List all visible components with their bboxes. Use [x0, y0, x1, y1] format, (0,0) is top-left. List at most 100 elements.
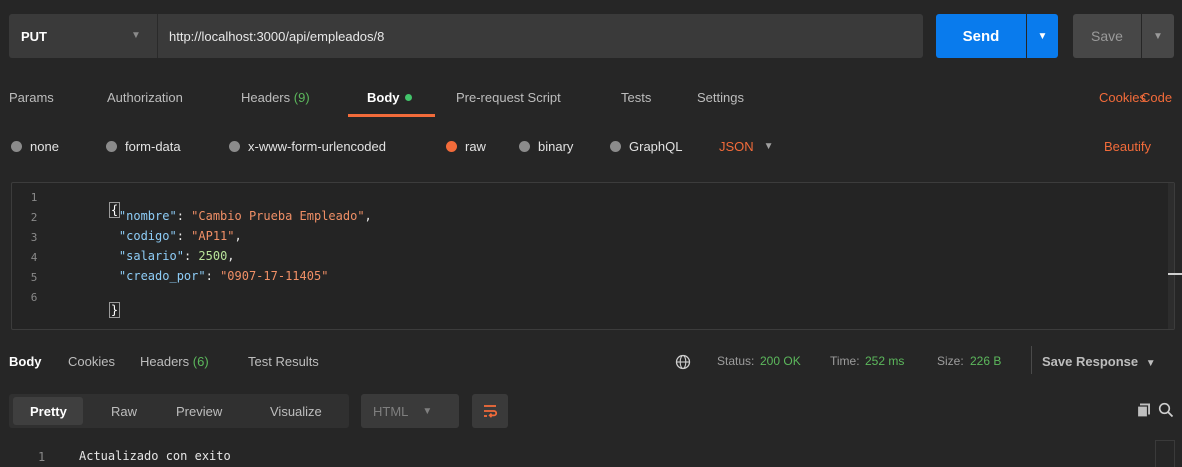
view-tab-pretty[interactable]: Pretty [30, 404, 67, 419]
save-options-button[interactable]: ▼ [1142, 14, 1174, 58]
radio-urlencoded[interactable]: x-www-form-urlencoded [229, 137, 386, 155]
json-value: "Cambio Prueba Empleado" [191, 209, 365, 223]
send-button[interactable]: Send [936, 14, 1026, 58]
status-value: 200 OK [760, 354, 801, 368]
json-value: "0907-17-11405" [220, 269, 329, 283]
view-tab-visualize[interactable]: Visualize [270, 404, 322, 419]
tab-tests[interactable]: Tests [621, 90, 651, 105]
response-scrollbar[interactable] [1155, 440, 1175, 467]
headers-count: (9) [293, 90, 310, 105]
code-line-field: "codigo": "AP11", [118, 229, 242, 243]
chevron-down-icon: ▼ [1037, 30, 1048, 42]
response-headers-label: Headers [140, 354, 190, 369]
response-format-label: HTML [373, 403, 409, 419]
radio-none-label: none [30, 138, 59, 154]
size-label: Size: [937, 354, 964, 368]
save-button[interactable]: Save [1073, 14, 1141, 58]
save-response-button[interactable]: Save Response ▼ [1042, 354, 1156, 369]
radio-binary[interactable]: binary [519, 137, 573, 155]
radio-icon [229, 140, 240, 152]
tab-body[interactable]: Body [367, 90, 412, 105]
send-options-button[interactable]: ▼ [1027, 14, 1058, 58]
view-tab-raw[interactable]: Raw [111, 404, 137, 419]
time-value: 252 ms [865, 354, 905, 368]
format-select[interactable]: JSON ▼ [719, 137, 774, 155]
divider [1031, 346, 1032, 374]
request-url-bar: PUT ▼ [9, 14, 923, 58]
response-line-number: 1 [38, 450, 46, 464]
response-tab-body[interactable]: Body [9, 354, 42, 369]
response-tab-test-results[interactable]: Test Results [248, 354, 319, 369]
radio-icon [106, 140, 117, 152]
chevron-down-icon: ▼ [1145, 358, 1156, 369]
response-body-text: Actualizado con exito [79, 449, 231, 463]
line-number: 5 [30, 271, 38, 284]
status-label: Status: [717, 354, 755, 368]
response-headers-count: (6) [192, 354, 209, 369]
editor-scroll-marker [1168, 273, 1182, 275]
radio-none[interactable]: none [11, 137, 59, 155]
response-tab-cookies[interactable]: Cookies [68, 354, 115, 369]
radio-icon [11, 140, 22, 152]
size-value: 226 B [970, 354, 1002, 368]
chevron-down-icon: ▼ [131, 30, 141, 41]
radio-raw-label: raw [465, 138, 486, 154]
editor-scrollbar[interactable] [1168, 183, 1174, 329]
wrap-lines-icon [484, 405, 498, 418]
line-number: 4 [30, 251, 38, 264]
save-response-label: Save Response [1042, 354, 1139, 369]
json-value: 2500 [198, 249, 228, 263]
radio-graphql-label: GraphQL [629, 138, 683, 154]
response-tab-headers[interactable]: Headers (6) [140, 354, 209, 369]
json-key: "nombre" [118, 209, 177, 223]
tab-headers[interactable]: Headers (9) [241, 90, 310, 105]
radio-graphql[interactable]: GraphQL [610, 137, 682, 155]
radio-raw[interactable]: raw [446, 137, 486, 155]
line-number: 6 [30, 291, 38, 304]
tab-body-label: Body [367, 90, 400, 105]
close-brace: } [108, 302, 121, 318]
cookies-link[interactable]: Cookies [1099, 90, 1146, 105]
json-value: "AP11" [191, 229, 235, 243]
radio-selected-icon [446, 140, 457, 152]
method-label: PUT [21, 28, 47, 44]
radio-icon [519, 140, 530, 152]
code-line-close: } [80, 289, 121, 331]
method-select[interactable]: PUT ▼ [9, 14, 158, 58]
tab-params[interactable]: Params [9, 90, 54, 105]
tab-prerequest-script[interactable]: Pre-request Script [456, 90, 561, 105]
search-icon[interactable] [1158, 402, 1174, 418]
chevron-down-icon: ▼ [422, 405, 433, 417]
code-link[interactable]: Code [1141, 90, 1172, 105]
url-input[interactable] [169, 14, 909, 58]
request-body-editor[interactable]: 1 2 3 4 5 6 { "nombre": "Cambio Prueba E… [11, 182, 1182, 331]
beautify-link[interactable]: Beautify [1104, 139, 1151, 154]
tab-headers-label: Headers [241, 90, 291, 105]
active-tab-underline [348, 114, 435, 117]
line-number: 1 [30, 191, 38, 204]
copy-icon[interactable] [1136, 402, 1152, 418]
view-tab-preview[interactable]: Preview [176, 404, 222, 419]
format-select-label: JSON [719, 138, 754, 154]
tab-settings[interactable]: Settings [697, 90, 744, 105]
globe-icon[interactable] [675, 354, 691, 370]
chevron-down-icon: ▼ [763, 140, 774, 152]
body-active-dot [404, 94, 412, 101]
wrap-lines-button[interactable] [472, 394, 508, 428]
line-number: 2 [30, 211, 38, 224]
code-line-field: "creado_por": "0907-17-11405" [118, 269, 329, 283]
radio-form-data-label: form-data [125, 138, 181, 154]
code-line-field: "nombre": "Cambio Prueba Empleado", [118, 209, 372, 223]
radio-form-data[interactable]: form-data [106, 137, 181, 155]
code-line-field: "salario": 2500, [118, 249, 235, 263]
editor-gutter: 1 2 3 4 5 6 [12, 183, 60, 329]
radio-binary-label: binary [538, 138, 574, 154]
json-key: "codigo" [118, 229, 177, 243]
json-key: "salario" [118, 249, 184, 263]
line-number: 3 [30, 231, 38, 244]
chevron-down-icon: ▼ [1153, 30, 1163, 42]
json-key: "creado_por" [118, 269, 206, 283]
tab-authorization[interactable]: Authorization [107, 90, 183, 105]
time-label: Time: [830, 354, 860, 368]
response-format-select[interactable]: HTML ▼ [361, 394, 459, 428]
